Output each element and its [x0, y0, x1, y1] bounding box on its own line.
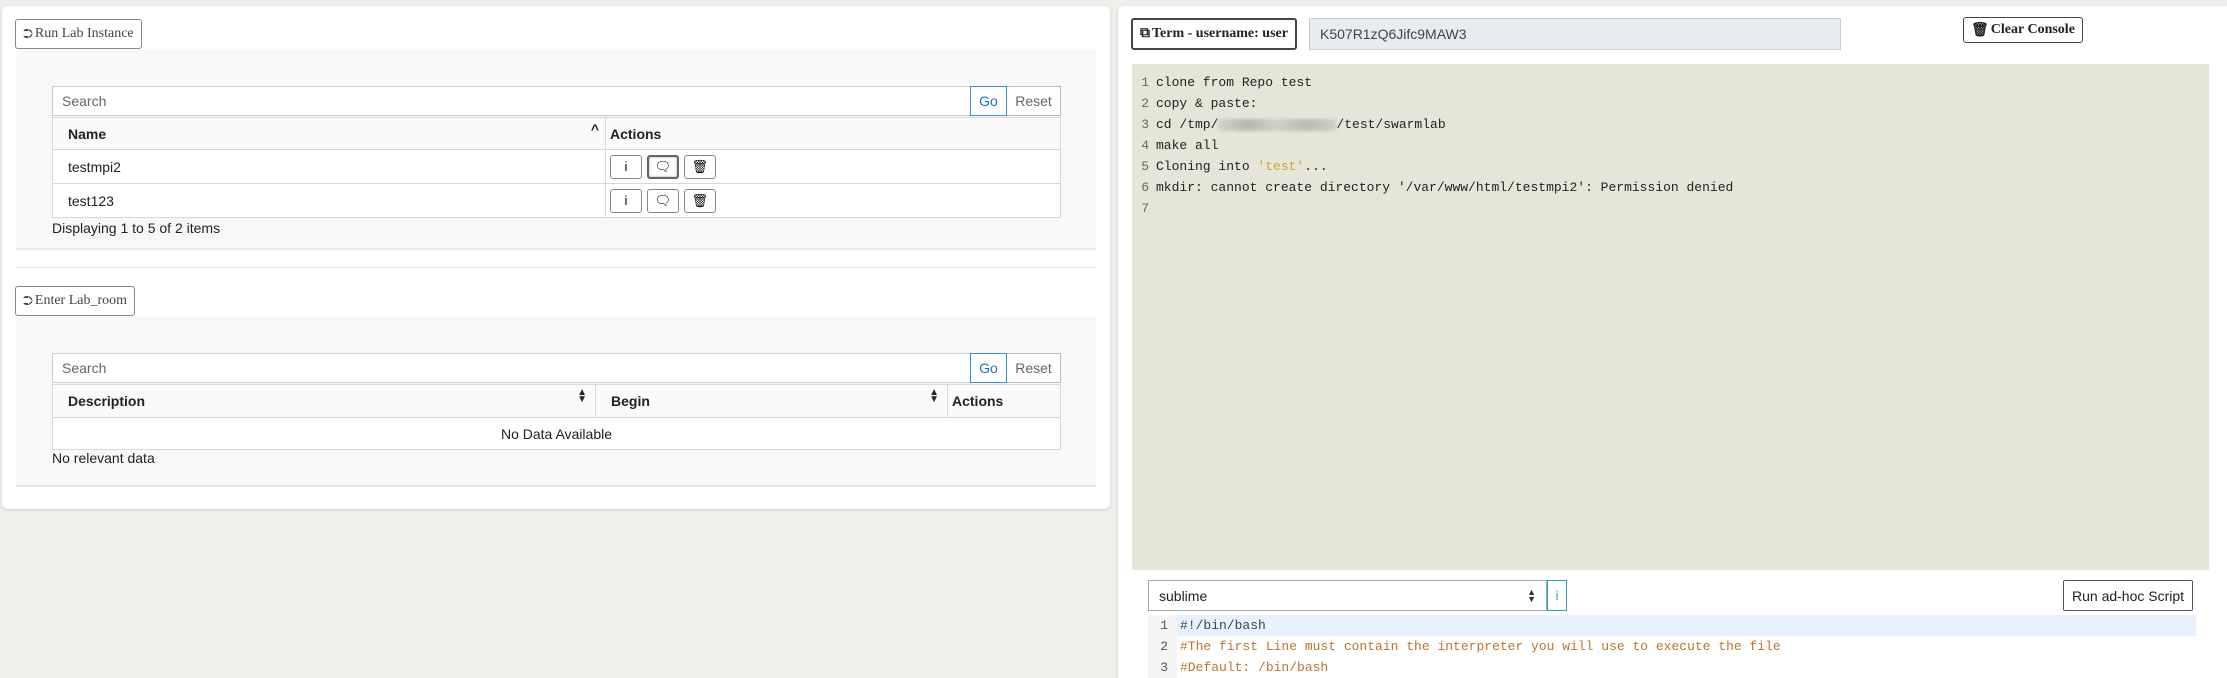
table-row: test123 i 🗨 🗑	[52, 183, 1061, 218]
enter-lab-table: Description ▲ ▼ Begin ▲ ▼ Actions No Data …	[52, 384, 1061, 450]
terminal-label: Term - username: user	[1152, 26, 1288, 41]
table-header-row: Description ▲ ▼ Begin ▲ ▼ Actions	[52, 384, 1061, 418]
row-name: testmpi2	[52, 149, 606, 184]
no-data-message: No Data Available	[52, 417, 1061, 450]
column-header-actions: Actions	[605, 117, 1061, 150]
select-arrows-icon: ▲ ▼	[1527, 586, 1536, 604]
clear-console-button[interactable]: 🗑 Clear Console	[1963, 17, 2083, 43]
console-line: 4 make all	[1141, 138, 1219, 153]
run-lab-table: Name ^ Actions testmpi2 i 🗨 🗑 test123 i …	[52, 117, 1061, 218]
editor-theme-value: sublime	[1159, 587, 1208, 604]
editor-theme-select[interactable]: sublime ▲ ▼	[1148, 580, 1547, 611]
redacted-text	[1218, 118, 1337, 131]
terminal-button[interactable]: ⧉ Term - username: user	[1131, 18, 1297, 50]
chat-button[interactable]: 🗨	[646, 154, 679, 179]
console-line: 7	[1141, 201, 1149, 216]
console-line: 1 clone from Repo test	[1141, 75, 1313, 90]
lab-panel: ⮊ Run Lab Instance Go Reset Name ^ Actio…	[2, 6, 1110, 509]
run-lab-instance-label: Run Lab Instance	[34, 26, 134, 41]
enter-lab-reset-button[interactable]: Reset	[1007, 353, 1061, 383]
info-button[interactable]: i	[610, 188, 642, 213]
speech-bubble-icon: 🗨	[654, 158, 672, 174]
console-line: 3 cd /tmp//test/swarmlab	[1141, 117, 1446, 132]
sort-ascending-icon: ^	[590, 121, 599, 137]
column-header-name[interactable]: Name ^	[52, 117, 606, 150]
info-icon: i	[624, 193, 628, 208]
enter-lab-status: No relevant data	[52, 450, 155, 466]
clear-console-label: Clear Console	[1990, 22, 2075, 37]
row-name: test123	[52, 183, 606, 218]
trash-icon: 🗑	[1971, 22, 1989, 38]
column-header-description[interactable]: Description ▲ ▼	[52, 384, 596, 418]
table-header-row: Name ^ Actions	[52, 117, 1061, 150]
enter-lab-go-button[interactable]: Go	[970, 353, 1007, 383]
chat-button[interactable]: 🗨	[646, 188, 679, 213]
speech-bubble-icon: 🗨	[654, 192, 672, 208]
sort-icon: ▲ ▼	[929, 387, 939, 405]
run-script-button[interactable]: Run ad-hoc Script	[2063, 580, 2194, 611]
info-icon: i	[624, 159, 628, 174]
run-lab-pagination-status: Displaying 1 to 5 of 2 items	[52, 220, 221, 236]
sort-icon: ▲ ▼	[577, 387, 587, 405]
run-lab-search-input[interactable]	[52, 86, 970, 116]
row-actions: i 🗨 🗑	[605, 183, 1061, 218]
run-lab-go-button[interactable]: Go	[970, 86, 1007, 116]
run-lab-instance-button[interactable]: ⮊ Run Lab Instance	[15, 19, 142, 49]
column-header-actions: Actions	[947, 384, 1061, 418]
enter-lab-search-row: Go Reset	[52, 353, 1061, 383]
trash-icon: 🗑	[691, 192, 709, 208]
delete-button[interactable]: 🗑	[683, 154, 716, 179]
column-header-begin[interactable]: Begin ▲ ▼	[595, 384, 948, 418]
editor-line: 2 #The first Line must contain the interp…	[1148, 636, 2196, 657]
external-link-icon: ⧉	[1140, 26, 1150, 41]
editor-info-button[interactable]: i	[1547, 580, 1567, 611]
info-button[interactable]: i	[610, 154, 642, 179]
terminal-token-field[interactable]: K507R1zQ6Jifc9MAW3	[1309, 18, 1841, 50]
console-output[interactable]: 1 clone from Repo test 2 copy & paste: 3 cd…	[1132, 64, 2209, 570]
enter-lab-room-label: Enter Lab_room	[34, 293, 128, 308]
terminal-panel: ⧉ Term - username: user K507R1zQ6Jifc9MA…	[1118, 6, 2227, 678]
editor-line: 1 #!/bin/bash	[1148, 615, 2196, 636]
enter-lab-room-button[interactable]: ⮊ Enter Lab_room	[15, 286, 136, 316]
script-editor[interactable]: 1 #!/bin/bash 2 #The first Line must conta…	[1148, 615, 2196, 678]
share-arrow-icon: ⮊	[23, 26, 33, 41]
section-divider	[16, 267, 1096, 268]
table-row-empty: No Data Available	[52, 417, 1061, 450]
console-line: 6 mkdir: cannot create directory '/var/ww…	[1141, 180, 1734, 195]
enter-lab-search-input[interactable]	[52, 353, 970, 383]
row-actions: i 🗨 🗑	[605, 149, 1061, 184]
run-lab-reset-button[interactable]: Reset	[1007, 86, 1061, 116]
console-line: 2 copy & paste:	[1141, 96, 1258, 111]
trash-icon: 🗑	[691, 158, 709, 174]
share-arrow-icon: ⮊	[23, 293, 33, 308]
table-row: testmpi2 i 🗨 🗑	[52, 149, 1061, 184]
run-lab-search-row: Go Reset	[52, 86, 1061, 116]
console-line: 5 Cloning into 'test'...	[1141, 159, 1328, 174]
delete-button[interactable]: 🗑	[683, 188, 716, 213]
editor-line: 3 #Default: /bin/bash	[1148, 657, 2196, 678]
